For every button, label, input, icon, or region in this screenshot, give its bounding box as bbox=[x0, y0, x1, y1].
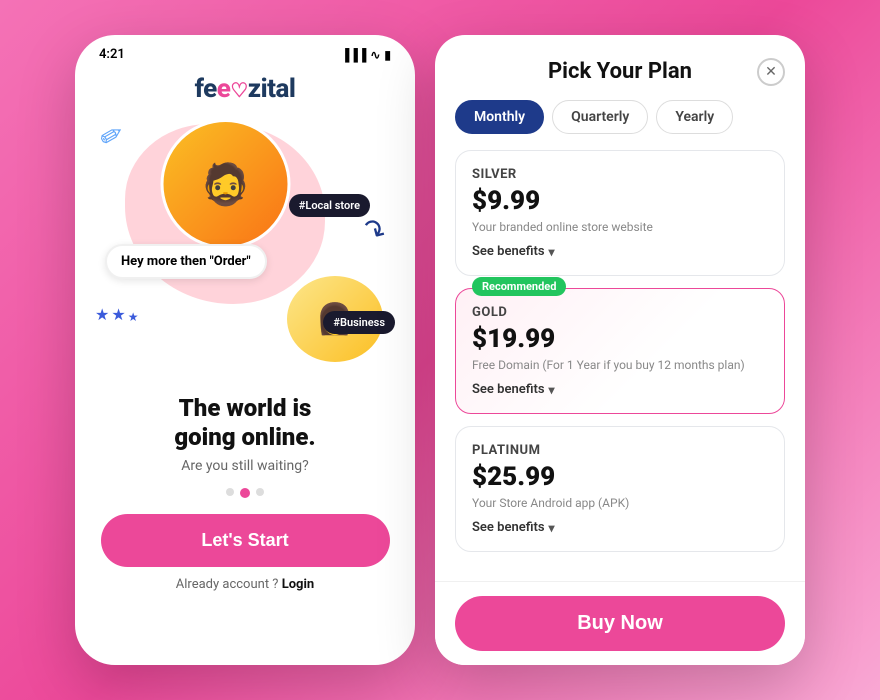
plan-gold-desc: Free Domain (For 1 Year if you buy 12 mo… bbox=[472, 358, 768, 372]
plan-platinum-desc: Your Store Android app (APK) bbox=[472, 496, 768, 510]
dot-3 bbox=[256, 488, 264, 496]
wifi-icon: ∿ bbox=[370, 48, 380, 62]
star-icon-1: ★ bbox=[95, 305, 109, 324]
lets-start-button[interactable]: Let's Start bbox=[101, 514, 390, 567]
battery-icon: ▮ bbox=[384, 48, 391, 62]
avatar-man: 🧔 bbox=[161, 119, 291, 249]
plan-gold-benefits-btn[interactable]: See benefits ▾ bbox=[472, 382, 768, 397]
business-tag: #Business bbox=[323, 311, 395, 334]
recommended-badge: Recommended bbox=[472, 277, 566, 296]
panel-title: Pick Your Plan bbox=[548, 59, 692, 84]
tab-monthly[interactable]: Monthly bbox=[455, 100, 544, 134]
plan-platinum: PLATINUM $25.99 Your Store Android app (… bbox=[455, 426, 785, 552]
plan-tabs: Monthly Quarterly Yearly bbox=[455, 100, 785, 134]
login-link[interactable]: Login bbox=[282, 577, 315, 592]
right-panel: Pick Your Plan ✕ Monthly Quarterly Yearl… bbox=[435, 35, 805, 665]
dot-2 bbox=[240, 488, 250, 498]
time: 4:21 bbox=[99, 47, 125, 62]
panel-header: Pick Your Plan ✕ bbox=[455, 59, 785, 84]
signal-icon: ▐▐▐ bbox=[341, 48, 367, 62]
plan-gold-name: GOLD bbox=[472, 305, 768, 320]
plan-silver-benefits-btn[interactable]: See benefits ▾ bbox=[472, 244, 768, 259]
dot-1 bbox=[226, 488, 234, 496]
chevron-down-icon-3: ▾ bbox=[549, 521, 555, 535]
plan-gold: Recommended GOLD $19.99 Free Domain (For… bbox=[455, 288, 785, 414]
local-tag: #Local store bbox=[289, 194, 370, 217]
status-bar: 4:21 ▐▐▐ ∿ ▮ bbox=[75, 35, 415, 66]
plan-gold-price: $19.99 bbox=[472, 324, 768, 354]
plan-silver-price: $9.99 bbox=[472, 186, 768, 216]
plan-platinum-price: $25.99 bbox=[472, 462, 768, 492]
hero-area: ✏ 🧔 #Local store Hey more then "Order" ↷… bbox=[75, 104, 415, 384]
plan-silver-desc: Your branded online store website bbox=[472, 220, 768, 234]
tab-yearly[interactable]: Yearly bbox=[656, 100, 733, 134]
already-account-text: Already account ? Login bbox=[176, 577, 314, 592]
status-icons: ▐▐▐ ∿ ▮ bbox=[341, 48, 391, 62]
sub-tagline: Are you still waiting? bbox=[181, 458, 309, 474]
buy-bar: Buy Now bbox=[435, 581, 805, 665]
tagline-line1: The world is bbox=[179, 394, 312, 422]
plan-platinum-benefits-btn[interactable]: See benefits ▾ bbox=[472, 520, 768, 535]
chevron-down-icon-2: ▾ bbox=[549, 383, 555, 397]
app-logo: fee♡zital bbox=[195, 74, 296, 104]
close-button[interactable]: ✕ bbox=[757, 58, 785, 86]
tagline-line2: going online. bbox=[174, 423, 315, 451]
pencil-icon: ✏ bbox=[93, 115, 130, 155]
carousel-dots bbox=[226, 488, 264, 498]
star-icon-2: ★ bbox=[111, 305, 125, 324]
left-phone: 4:21 ▐▐▐ ∿ ▮ fee♡zital ✏ 🧔 #Local store … bbox=[75, 35, 415, 665]
tab-quarterly[interactable]: Quarterly bbox=[552, 100, 648, 134]
plan-platinum-name: PLATINUM bbox=[472, 443, 768, 458]
chevron-down-icon: ▾ bbox=[549, 245, 555, 259]
tagline: The world is going online. bbox=[154, 394, 335, 452]
stars-decoration: ★ ★ ★ bbox=[95, 305, 138, 324]
plan-silver-name: SILVER bbox=[472, 167, 768, 182]
plan-silver: SILVER $9.99 Your branded online store w… bbox=[455, 150, 785, 276]
buy-now-button[interactable]: Buy Now bbox=[455, 596, 785, 651]
star-icon-3: ★ bbox=[128, 310, 139, 324]
speech-bubble: Hey more then "Order" bbox=[105, 244, 267, 279]
